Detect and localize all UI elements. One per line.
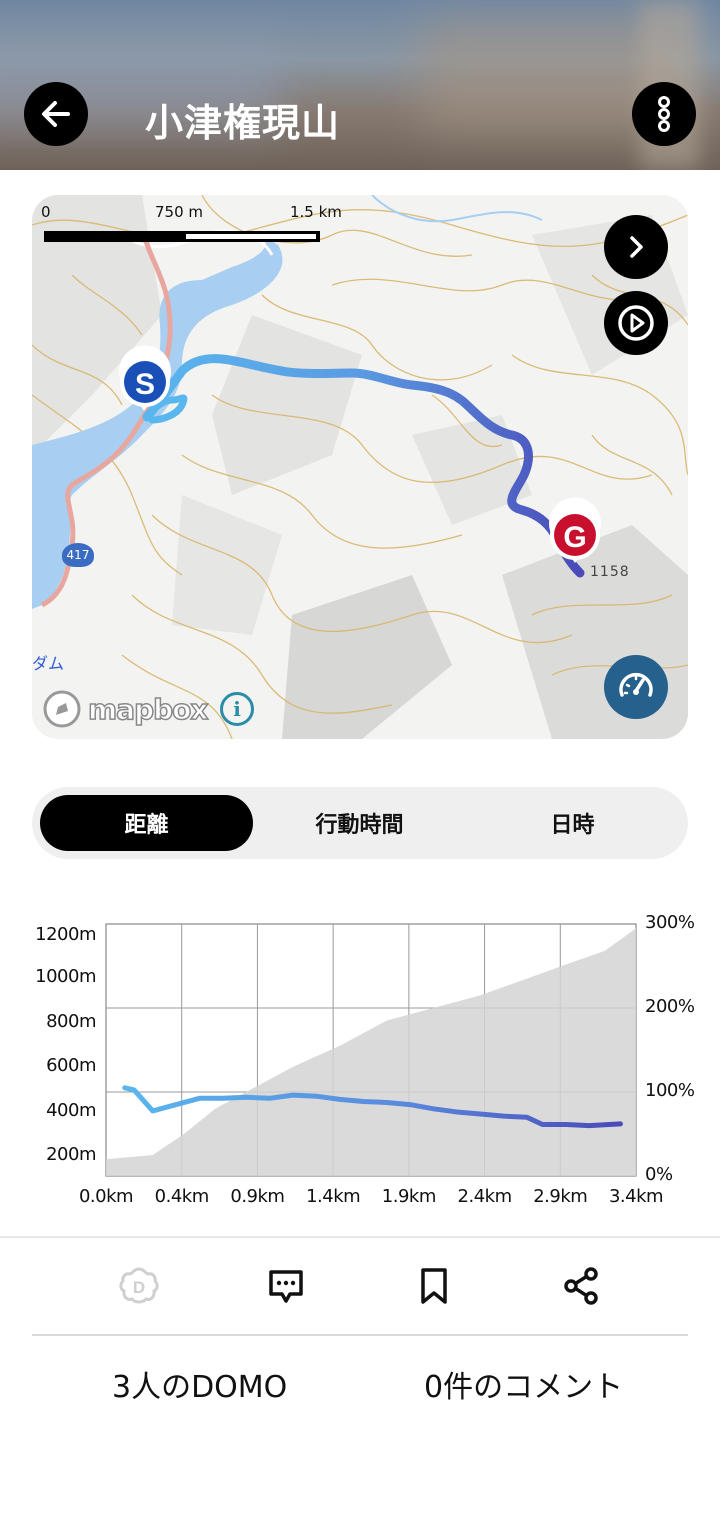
share-button[interactable] xyxy=(557,1262,605,1310)
speed-button[interactable] xyxy=(604,655,668,719)
speedometer-icon xyxy=(619,672,653,697)
comment-button[interactable] xyxy=(262,1262,310,1310)
y-axis-right-tick: 100% xyxy=(645,1080,695,1101)
back-button[interactable] xyxy=(24,82,88,146)
bookmark-button[interactable] xyxy=(410,1262,458,1310)
comment-icon xyxy=(269,1270,303,1303)
scale-label: 0 xyxy=(41,203,51,221)
mapbox-logo: mapbox xyxy=(42,689,209,729)
domo-button[interactable]: D xyxy=(115,1262,163,1310)
x-axis-tick: 2.9km xyxy=(533,1186,588,1207)
share-icon xyxy=(564,1267,598,1305)
x-axis-tick: 3.4km xyxy=(608,1186,664,1207)
play-button[interactable] xyxy=(604,291,668,355)
y-axis-left-tick: 400m xyxy=(46,1100,96,1121)
road-number-badge: 417 xyxy=(62,543,94,567)
comment-count[interactable]: 0件のコメント xyxy=(424,1362,623,1406)
play-icon xyxy=(618,305,654,341)
y-axis-left-tick: 1200m xyxy=(35,924,96,945)
y-axis-left-tick: 600m xyxy=(46,1055,96,1076)
y-axis-right-tick: 0% xyxy=(645,1164,673,1185)
arrow-left-icon xyxy=(42,101,70,127)
header-banner: 小津権現山 xyxy=(0,0,720,170)
route-map[interactable]: S G 0 750 m 1.5 km 417 ダム 1158 mapbox i xyxy=(32,195,688,739)
x-axis-tick: 2.4km xyxy=(457,1186,513,1207)
start-marker-label: S xyxy=(135,368,155,401)
elevation-chart: 1200m 1000m 800m 600m 400m 200m 300% 200% 100% 0… xyxy=(0,900,720,1220)
more-menu-button[interactable] xyxy=(632,82,696,146)
x-axis-tick: 1.9km xyxy=(381,1186,437,1207)
mapbox-icon xyxy=(43,690,81,728)
section-divider xyxy=(0,1236,720,1238)
scale-label: 1.5 km xyxy=(290,203,342,221)
y-axis-right-tick: 300% xyxy=(645,912,695,933)
y-axis-left-tick: 800m xyxy=(46,1011,96,1032)
map-terrain: S G xyxy=(32,195,688,739)
domo-count[interactable]: 3人のDOMO xyxy=(112,1362,287,1406)
y-axis-left-tick: 1000m xyxy=(35,966,96,987)
y-axis-right-tick: 200% xyxy=(645,996,695,1017)
goal-marker-label: G xyxy=(563,521,586,554)
domo-icon: D xyxy=(119,1267,159,1304)
info-icon: i xyxy=(233,697,241,721)
more-vertical-icon xyxy=(658,96,670,132)
chart-axis-tabs: 距離 行動時間 日時 xyxy=(32,787,688,859)
scale-label: 750 m xyxy=(155,203,204,221)
x-axis-tick: 1.4km xyxy=(306,1186,361,1207)
bookmark-icon xyxy=(421,1268,447,1304)
x-axis-tick: 0.4km xyxy=(154,1186,210,1207)
svg-text:D: D xyxy=(133,1278,145,1297)
tab-datetime[interactable]: 日時 xyxy=(466,795,679,851)
page-title: 小津権現山 xyxy=(145,101,341,145)
mapbox-attribution: mapbox xyxy=(87,692,209,727)
x-axis-tick: 0.0km xyxy=(78,1186,134,1207)
next-button[interactable] xyxy=(604,215,668,279)
tab-distance[interactable]: 距離 xyxy=(40,795,253,851)
place-label: ダム xyxy=(32,654,65,673)
map-info-button[interactable]: i xyxy=(220,692,254,726)
action-divider xyxy=(32,1334,688,1336)
chevron-right-icon xyxy=(630,236,643,258)
elevation-label: 1158 xyxy=(590,564,630,580)
elevation-chart-plot xyxy=(105,923,637,1177)
x-axis-tick: 0.9km xyxy=(230,1186,285,1207)
y-axis-left-tick: 200m xyxy=(46,1144,96,1165)
tab-active-time[interactable]: 行動時間 xyxy=(253,795,466,851)
